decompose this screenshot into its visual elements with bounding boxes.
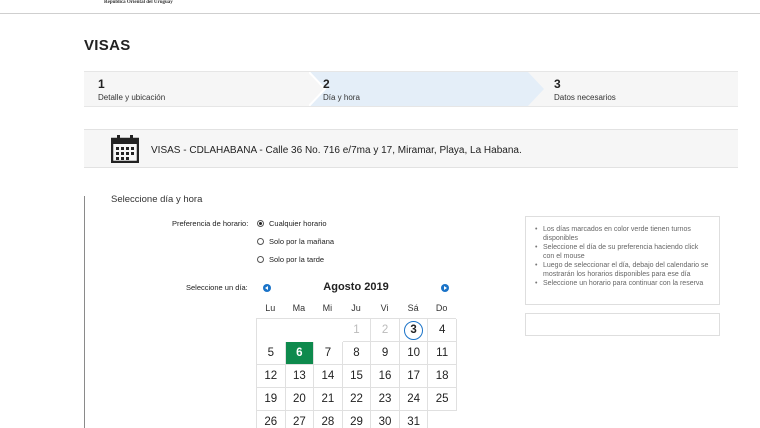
calendar-day[interactable]: 18	[428, 365, 457, 388]
calendar-day[interactable]: 14	[314, 365, 343, 388]
calendar-weekdays: Lu Ma Mi Ju Vi Sá Do	[256, 303, 456, 313]
calendar-empty-cell	[314, 319, 343, 342]
today-marker: 3	[404, 320, 424, 340]
section-divider	[84, 196, 85, 428]
calendar-day[interactable]: 20	[285, 388, 315, 411]
calendar-icon	[111, 135, 139, 163]
calendar-day[interactable]: 24	[399, 388, 429, 411]
calendar-day[interactable]: 30	[371, 411, 400, 428]
calendar-day[interactable]: 4	[428, 319, 457, 342]
calendar-day: 2	[371, 319, 400, 342]
next-month-icon[interactable]	[441, 284, 449, 292]
calendar-day[interactable]: 17	[399, 365, 429, 388]
calendar-day[interactable]: 19	[257, 388, 286, 411]
calendar-day[interactable]: 9	[371, 342, 400, 365]
step-3[interactable]: 3 Datos necesarios	[540, 72, 738, 106]
radio-button[interactable]	[257, 256, 264, 263]
calendar-day[interactable]: 16	[371, 365, 400, 388]
step-label: Datos necesarios	[554, 93, 616, 102]
calendar-day[interactable]: 26	[257, 411, 286, 428]
step-2[interactable]: 2 Día y hora	[309, 72, 529, 106]
top-header: República Oriental del Uruguay	[0, 0, 760, 14]
calendar-day[interactable]: 10	[399, 342, 429, 365]
country-name: República Oriental del Uruguay	[104, 0, 173, 5]
step-number: 2	[323, 77, 330, 91]
instruction-item: Luego de seleccionar el día, debajo del …	[534, 261, 711, 279]
instruction-item: Seleccione un horario para continuar con…	[534, 279, 711, 288]
calendar-grid: 1 2 3 4 5 6 7 8 9 10 11 12 13 14 15 16 17 18 19 20 21 22 23 24 2…	[256, 318, 457, 428]
weekday-label: Mi	[322, 303, 333, 313]
radio-label: Solo por la tarde	[269, 255, 325, 264]
weekday-label: Sá	[407, 303, 419, 313]
weekday-label: Lu	[265, 303, 276, 313]
step-label: Día y hora	[323, 93, 360, 102]
step-number: 3	[554, 77, 561, 91]
calendar-day[interactable]: 5	[257, 342, 286, 365]
page-title: VISAS	[84, 37, 131, 54]
location-banner: VISAS - CDLAHABANA - Calle 36 No. 716 e/…	[84, 129, 738, 168]
instructions-box: Los días marcados en color verde tienen …	[525, 216, 720, 305]
calendar-day[interactable]: 23	[371, 388, 400, 411]
calendar-month: Agosto 2019	[323, 281, 389, 293]
calendar-day-available[interactable]: 6	[285, 342, 315, 365]
calendar-day[interactable]: 27	[286, 411, 315, 428]
calendar-day[interactable]: 28	[314, 411, 343, 428]
calendar-day[interactable]: 31	[400, 411, 429, 428]
radio-morning[interactable]: Solo por la mañana	[257, 237, 334, 246]
radio-button[interactable]	[257, 220, 264, 227]
calendar-empty-cell	[286, 319, 315, 342]
calendar-day: 1	[342, 319, 372, 342]
step-number: 1	[98, 77, 105, 91]
calendar-day[interactable]: 29	[343, 411, 372, 428]
weekday-label: Do	[435, 303, 448, 313]
calendar-day[interactable]: 22	[342, 388, 372, 411]
instruction-item: Seleccione el día de su preferencia haci…	[534, 243, 711, 261]
calendar-empty-cell	[257, 319, 286, 342]
calendar-empty-cell	[428, 411, 457, 428]
calendar-day[interactable]: 25	[428, 388, 457, 411]
calendar-day[interactable]: 11	[428, 342, 457, 365]
select-day-label: Seleccione un día:	[186, 283, 248, 292]
calendar-day[interactable]: 12	[257, 365, 286, 388]
step-1[interactable]: 1 Detalle y ubicación	[84, 72, 309, 106]
time-slot-panel[interactable]	[525, 313, 720, 336]
radio-label: Cualquier horario	[269, 219, 327, 228]
calendar-day[interactable]: 8	[342, 342, 372, 365]
radio-afternoon[interactable]: Solo por la tarde	[257, 255, 324, 264]
calendar-day[interactable]: 15	[342, 365, 372, 388]
radio-any-time[interactable]: Cualquier horario	[257, 219, 327, 228]
weekday-label: Ju	[351, 303, 361, 313]
weekday-label: Ma	[292, 303, 306, 313]
section-title: Seleccione día y hora	[111, 194, 203, 205]
calendar-day-today[interactable]: 3	[399, 319, 429, 342]
step-label: Detalle y ubicación	[98, 93, 166, 102]
instruction-item: Los días marcados en color verde tienen …	[534, 225, 711, 243]
schedule-preference-label: Preferencia de horario:	[172, 219, 249, 228]
radio-button[interactable]	[257, 238, 264, 245]
calendar-day[interactable]: 7	[314, 342, 343, 365]
wizard-steps: 1 Detalle y ubicación 2 Día y hora 3 Dat…	[84, 71, 738, 107]
location-text: VISAS - CDLAHABANA - Calle 36 No. 716 e/…	[151, 145, 522, 156]
radio-label: Solo por la mañana	[269, 237, 335, 246]
weekday-label: Vi	[380, 303, 389, 313]
calendar-day[interactable]: 21	[314, 388, 343, 411]
calendar-day[interactable]: 13	[285, 365, 315, 388]
